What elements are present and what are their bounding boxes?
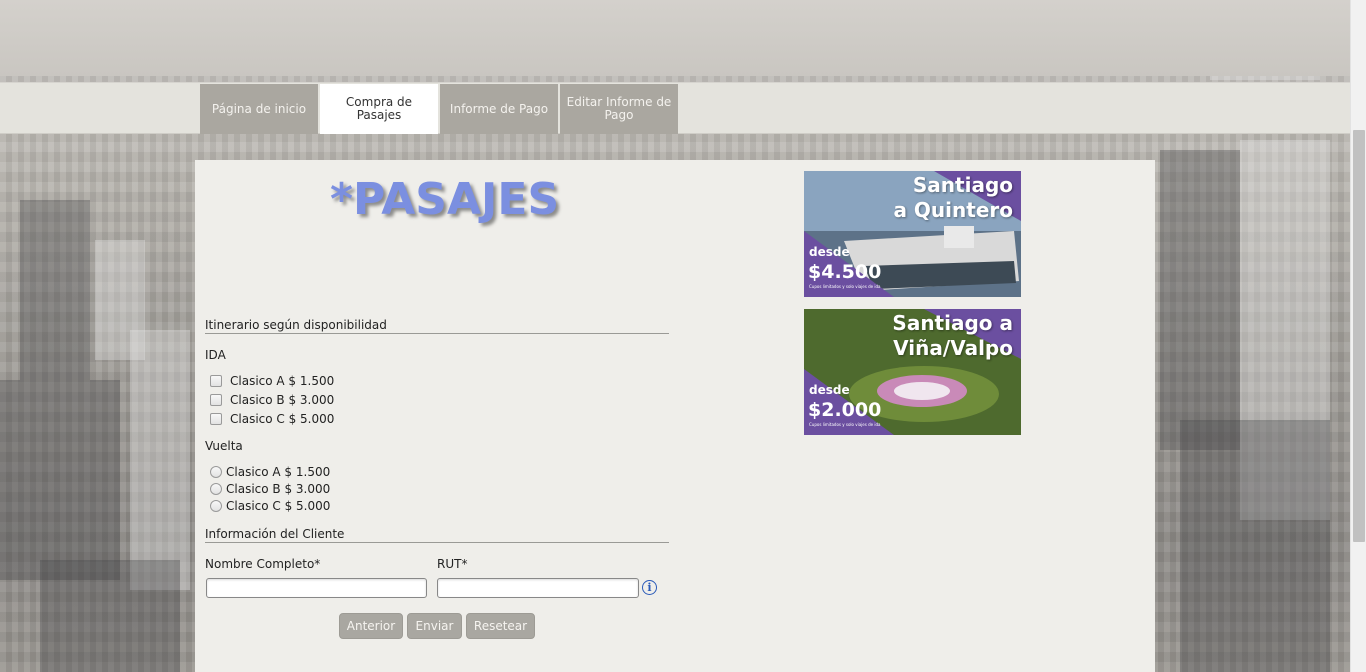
vuelta-option-a[interactable]: Clasico A $ 1.500 xyxy=(210,465,330,479)
nav-item-inicio[interactable]: Página de inicio xyxy=(200,84,318,134)
vuelta-radio-b[interactable] xyxy=(210,483,222,495)
ida-option-label: Clasico A $ 1.500 xyxy=(230,374,335,388)
ida-label: IDA xyxy=(205,348,226,362)
ida-option-a[interactable]: Clasico A $ 1.500 xyxy=(210,374,334,388)
page-scrollbar[interactable] xyxy=(1350,0,1366,672)
anterior-button[interactable]: Anterior xyxy=(339,613,403,639)
vuelta-label: Vuelta xyxy=(205,439,243,453)
vuelta-radio-c[interactable] xyxy=(210,500,222,512)
rut-label: RUT* xyxy=(437,557,468,571)
client-divider xyxy=(205,542,669,543)
itinerary-heading: Itinerario según disponibilidad xyxy=(205,318,387,332)
enviar-button[interactable]: Enviar xyxy=(407,613,462,639)
name-input[interactable] xyxy=(206,578,427,598)
top-banner-band xyxy=(0,0,1350,76)
banner-desde: desde xyxy=(809,245,850,259)
info-icon[interactable]: i xyxy=(642,580,657,595)
banner-headline: Santiago a Quintero xyxy=(893,173,1013,222)
nav-item-informe-pago[interactable]: Informe de Pago xyxy=(440,84,558,134)
navbar: Página de inicio Compra de Pasajes Infor… xyxy=(0,82,1350,134)
banner-price: $2.000 xyxy=(808,399,882,421)
ida-option-b[interactable]: Clasico B $ 3.000 xyxy=(210,393,334,407)
itinerary-divider xyxy=(205,333,669,334)
scrollbar-thumb[interactable] xyxy=(1353,130,1365,542)
nav-item-compra-pasajes[interactable]: Compra de Pasajes xyxy=(320,84,438,134)
banner-fine-print: Cupos limitados y solo viajes de ida xyxy=(809,422,881,427)
ida-option-c[interactable]: Clasico C $ 5.000 xyxy=(210,412,334,426)
vuelta-option-label: Clasico A $ 1.500 xyxy=(226,465,331,479)
nav-item-editar-informe[interactable]: Editar Informe de Pago xyxy=(560,84,678,134)
promo-banner-vina-valpo[interactable]: Santiago a Viña/Valpo desde $2.000 Cupos… xyxy=(804,309,1021,435)
ida-checkbox-a[interactable] xyxy=(210,375,222,387)
banner-fine-print: Cupos limitados y solo viajes de ida xyxy=(809,284,881,289)
ida-option-label: Clasico B $ 3.000 xyxy=(230,393,335,407)
name-label: Nombre Completo* xyxy=(205,557,321,571)
banner-desde: desde xyxy=(809,383,850,397)
ida-checkbox-b[interactable] xyxy=(210,394,222,406)
banner-headline: Santiago a Viña/Valpo xyxy=(892,311,1013,360)
vuelta-option-label: Clasico B $ 3.000 xyxy=(226,482,331,496)
vuelta-radio-a[interactable] xyxy=(210,466,222,478)
rut-input[interactable] xyxy=(437,578,639,598)
vuelta-option-label: Clasico C $ 5.000 xyxy=(226,499,331,513)
vuelta-option-c[interactable]: Clasico C $ 5.000 xyxy=(210,499,330,513)
promo-banner-quintero[interactable]: Santiago a Quintero desde $4.500 Cupos l… xyxy=(804,171,1021,297)
resetear-button[interactable]: Resetear xyxy=(466,613,535,639)
ida-option-label: Clasico C $ 5.000 xyxy=(230,412,335,426)
vuelta-option-b[interactable]: Clasico B $ 3.000 xyxy=(210,482,330,496)
banner-price: $4.500 xyxy=(808,261,882,283)
client-heading: Información del Cliente xyxy=(205,527,345,541)
ida-checkbox-c[interactable] xyxy=(210,413,222,425)
page-title: *PASAJES xyxy=(330,174,560,225)
